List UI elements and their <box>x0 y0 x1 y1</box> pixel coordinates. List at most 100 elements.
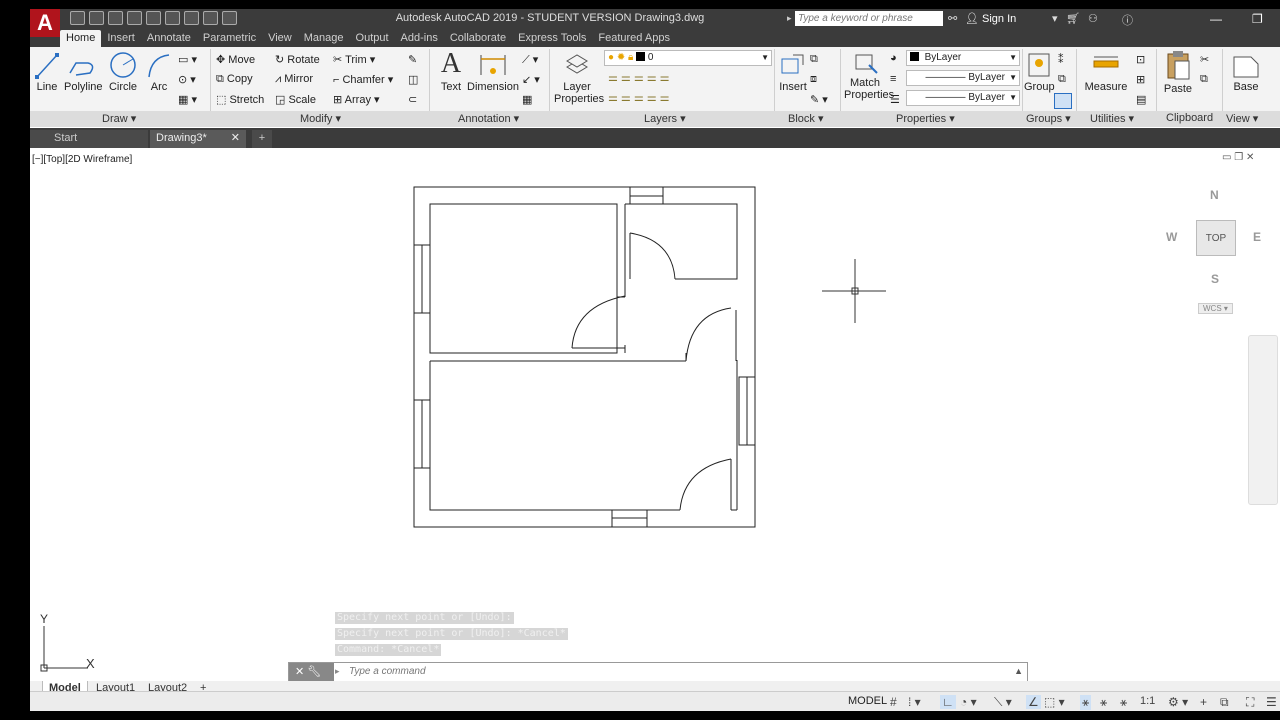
open-icon[interactable] <box>89 11 104 25</box>
minimize-icon[interactable]: — <box>1210 12 1222 26</box>
polar-icon[interactable]: ◔ ▾ <box>960 695 977 709</box>
tab-view[interactable]: View <box>262 30 298 47</box>
autoscale-icon[interactable]: ⚹ <box>1100 695 1107 710</box>
leader-icon[interactable]: ⟋ ▾ <box>522 53 538 67</box>
layers-panel-title[interactable]: Layers ▾ <box>644 112 686 125</box>
wcs-menu[interactable]: WCS ▾ <box>1198 303 1233 314</box>
view-panel-title[interactable]: View ▾ <box>1226 112 1258 125</box>
tab-annotate[interactable]: Annotate <box>141 30 197 47</box>
move-button[interactable]: ✥ Move <box>216 53 255 66</box>
viewcube-north[interactable]: N <box>1210 188 1219 202</box>
draw-panel-title[interactable]: Draw ▾ <box>102 112 136 125</box>
gradient-icon[interactable]: ▦ ▾ <box>178 93 197 106</box>
search-expand-icon[interactable]: ▸ <box>787 11 795 26</box>
isodraft-icon[interactable]: ⟍ ▾ <box>994 695 1012 710</box>
copy-clip-icon[interactable]: ⧉ <box>1200 73 1208 86</box>
properties-panel-title[interactable]: Properties ▾ <box>896 112 955 125</box>
upload-icon[interactable] <box>165 11 180 25</box>
layer-dropdown[interactable]: ● ✹ 🔒︎ 0 ▼ <box>604 50 772 66</box>
help-icon[interactable]: ⓘ <box>1122 12 1133 28</box>
tab-manage[interactable]: Manage <box>298 30 350 47</box>
array-button[interactable]: ⊞ Array ▾ <box>333 93 380 106</box>
new-icon[interactable] <box>70 11 85 25</box>
model-space-button[interactable]: MODEL <box>848 695 887 707</box>
rectangle-icon[interactable]: ▭ ▾ <box>178 53 197 66</box>
command-line[interactable]: ✕ 🔧︎ ▸ Type a command ▲ <box>288 662 1028 682</box>
lineweight-dropdown[interactable]: ———— ByLayer ▼ <box>906 90 1020 106</box>
measure-button[interactable]: Measure <box>1084 51 1128 93</box>
clipboard-panel-title[interactable]: Clipboard <box>1166 112 1213 124</box>
close-tab-icon[interactable]: ✕ <box>231 130 240 147</box>
tab-parametric[interactable]: Parametric <box>197 30 262 47</box>
layer-tools-row-2[interactable]: ⚌ ⚌ ⚌ ⚌ ⚌ <box>608 91 670 104</box>
customization-icon[interactable]: ☰ <box>1266 695 1277 709</box>
chamfer-button[interactable]: ⌐ Chamfer ▾ <box>333 73 393 86</box>
maximize-icon[interactable]: ❐ <box>1252 12 1263 26</box>
calculator-icon[interactable]: ▤ <box>1136 93 1146 106</box>
drawing-area[interactable]: [−][Top][2D Wireframe] ▭ ❐ ✕ N W TOP E S… <box>30 148 1280 682</box>
new-tab-button[interactable]: + <box>252 130 272 148</box>
a360-icon[interactable]: ⚇ <box>1088 12 1098 25</box>
annotation-panel-title[interactable]: Annotation ▾ <box>458 112 519 125</box>
explode-icon[interactable]: ◫ <box>408 73 418 86</box>
hatch-icon[interactable]: ⊙ ▾ <box>178 73 196 86</box>
quick-select-icon[interactable]: ⊡ <box>1136 53 1145 66</box>
object-snap-tracking-icon[interactable]: ∠ <box>1026 695 1041 709</box>
base-view-button[interactable]: Base <box>1228 51 1264 93</box>
print-icon[interactable] <box>184 11 199 25</box>
stretch-button[interactable]: ⬚ Stretch <box>216 93 264 106</box>
scale-button[interactable]: ◲ Scale <box>275 93 316 106</box>
paste-button[interactable]: Paste <box>1160 49 1196 95</box>
utilities-panel-title[interactable]: Utilities ▾ <box>1090 112 1134 125</box>
block-attribute-icon[interactable]: ✎ ▾ <box>810 93 828 106</box>
tab-add-ins[interactable]: Add-ins <box>395 30 444 47</box>
group-selection-icon[interactable] <box>1054 93 1072 109</box>
tab-drawing3[interactable]: Drawing3* ✕ <box>150 130 246 148</box>
erase-icon[interactable]: ✎ <box>408 53 417 66</box>
insert-block-button[interactable]: Insert <box>778 51 808 93</box>
annotation-scale-icon[interactable]: ⚹ <box>1120 695 1127 710</box>
search-input[interactable]: Type a keyword or phrase <box>795 11 943 26</box>
annotation-visibility-icon[interactable]: ⚹ <box>1080 695 1092 710</box>
tab-home[interactable]: Home <box>60 30 102 47</box>
text-tool[interactable]: A Text <box>438 49 464 94</box>
polyline-tool[interactable]: Polyline <box>64 51 103 93</box>
tab-start[interactable]: Start <box>30 130 148 148</box>
viewcube-top-face[interactable]: TOP <box>1196 220 1236 256</box>
copy-button[interactable]: ⧉ Copy <box>216 73 253 86</box>
create-block-icon[interactable]: ⧉ <box>810 53 818 66</box>
binoculars-icon[interactable]: ⚯ <box>948 12 957 25</box>
tab-insert[interactable]: Insert <box>101 30 141 47</box>
dropdown-icon[interactable]: ▾ <box>1052 12 1058 25</box>
modify-panel-title[interactable]: Modify ▾ <box>300 112 341 125</box>
layer-tools-row-1[interactable]: ⚌ ⚌ ⚌ ⚌ ⚌ <box>608 71 670 84</box>
ungroup-icon[interactable]: ⁑ <box>1058 53 1064 66</box>
save-as-icon[interactable] <box>127 11 142 25</box>
viewcube-west[interactable]: W <box>1166 230 1177 244</box>
command-line-tools[interactable]: ✕ 🔧︎ <box>289 663 334 681</box>
object-snap-icon[interactable]: ⬚ ▾ <box>1044 695 1065 709</box>
navigation-bar[interactable] <box>1248 335 1278 505</box>
annotation-scale-value[interactable]: 1:1 <box>1140 695 1155 707</box>
tab-featured-apps[interactable]: Featured Apps <box>592 30 676 47</box>
trim-button[interactable]: ✂ Trim ▾ <box>333 53 375 66</box>
snap-icon[interactable]: ⁞ ▾ <box>908 695 921 709</box>
ortho-icon[interactable]: ∟ <box>940 695 956 709</box>
color-dropdown[interactable]: ByLayer ▼ <box>906 50 1020 66</box>
block-panel-title[interactable]: Block ▾ <box>788 112 823 125</box>
isolate-objects-icon[interactable]: ⧉ <box>1220 695 1229 710</box>
circle-tool[interactable]: Circle <box>108 51 138 93</box>
edit-block-icon[interactable]: ⧈ <box>810 73 817 86</box>
plus-icon[interactable]: + <box>1200 695 1207 709</box>
command-history-toggle-icon[interactable]: ▲ <box>1014 666 1023 676</box>
select-all-icon[interactable]: ⊞ <box>1136 73 1145 86</box>
arc-tool[interactable]: Arc <box>146 51 172 93</box>
table-icon[interactable]: ▦ <box>522 93 532 106</box>
multileader-icon[interactable]: ↙ ▾ <box>522 73 540 86</box>
workspace-gear-icon[interactable]: ⚙ ▾ <box>1168 695 1188 709</box>
grid-icon[interactable]: # <box>890 695 897 709</box>
sign-in-button[interactable]: 👤︎ Sign In <box>965 12 1016 25</box>
tab-output[interactable]: Output <box>350 30 395 47</box>
offset-icon[interactable]: ⊂ <box>408 93 417 106</box>
undo-icon[interactable] <box>203 11 218 25</box>
